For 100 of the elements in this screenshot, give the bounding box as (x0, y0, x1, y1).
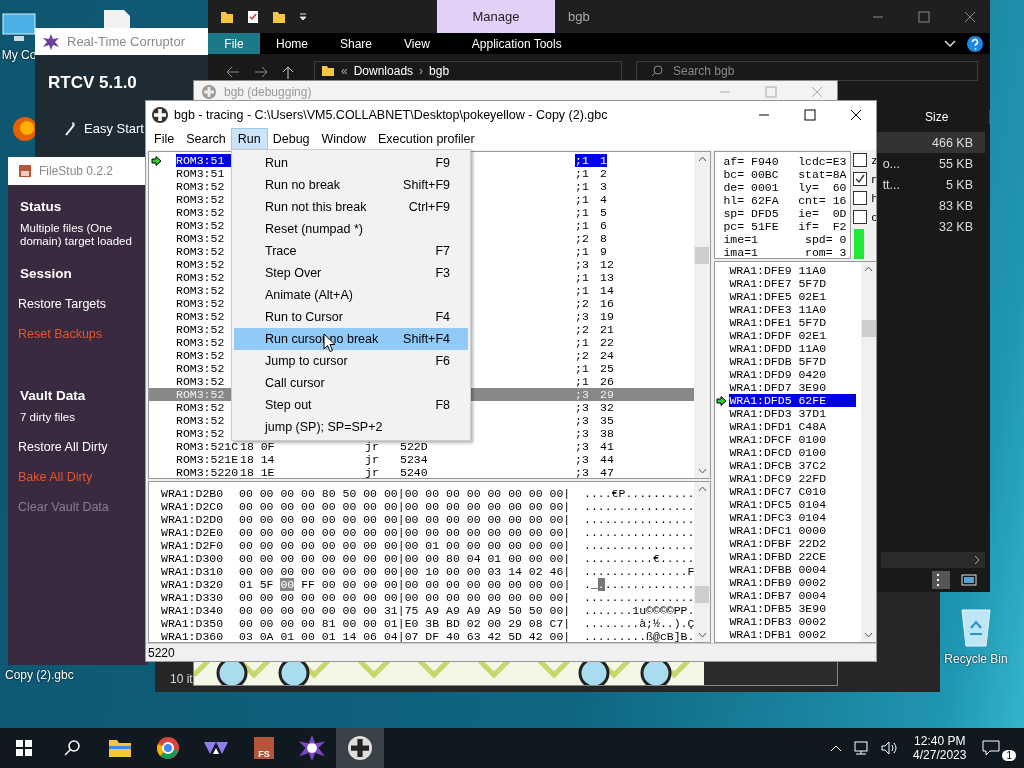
scroll-up-icon[interactable] (697, 486, 707, 492)
folder-icon[interactable] (220, 9, 234, 24)
ribbon-tab[interactable]: Share (324, 33, 389, 54)
checkbox[interactable] (853, 153, 868, 167)
properties-icon[interactable] (246, 9, 260, 24)
stack-entry[interactable]: WRA1:DFB3 0002 (729, 615, 827, 628)
dropdown-icon[interactable] (298, 11, 308, 22)
contextual-tab-label[interactable]: Manage (437, 0, 555, 33)
breadcrumb-item[interactable]: Downloads (353, 64, 414, 78)
scroll-thumb[interactable] (695, 586, 710, 603)
desktop-icon-label[interactable]: Copy (2).gbc (5, 668, 74, 682)
action-link[interactable]: Bake All Dirty (18, 470, 132, 484)
vertical-scrollbar[interactable] (694, 482, 711, 642)
stack-entry[interactable]: WRA1:DFD3 37D1 (729, 407, 827, 420)
stack-entry[interactable]: WRA1:DFD9 0420 (729, 368, 827, 381)
network-icon[interactable] (852, 740, 871, 756)
menu-item[interactable]: Jump to cursor F6 (234, 350, 468, 372)
menu-item[interactable]: Run (231, 129, 267, 149)
scroll-up-icon[interactable] (697, 156, 707, 162)
windows-logo-icon[interactable] (16, 740, 32, 756)
stack-entry[interactable]: WRA1:DFBF 22D2 (729, 537, 827, 550)
menu-item[interactable]: Search (180, 129, 232, 149)
menu-item[interactable]: Step out F8 (234, 394, 468, 416)
action-link[interactable]: Restore All Dirty (18, 440, 132, 454)
taskbar-button[interactable] (336, 728, 384, 768)
stack-entry[interactable]: WRA1:DFCF 0100 (729, 433, 827, 446)
menu-item[interactable]: Reset (numpad *) (234, 218, 468, 240)
menu-item[interactable]: Run to Cursor F4 (234, 306, 468, 328)
back-arrow-icon[interactable] (226, 66, 240, 78)
stack-entry[interactable]: WRA1:DFC7 C010 (729, 485, 827, 498)
ribbon-tab[interactable]: View (388, 33, 446, 54)
forward-arrow-icon[interactable] (254, 66, 268, 78)
stack-entry[interactable]: WRA1:DFB9 0002 (729, 576, 827, 589)
checkbox[interactable] (853, 172, 868, 186)
breadcrumb-item[interactable]: bgb (429, 64, 450, 78)
scroll-thumb[interactable] (861, 320, 876, 337)
menu-item[interactable]: Execution profiler (372, 129, 481, 149)
scroll-down-icon[interactable] (697, 632, 707, 638)
menu-item[interactable]: Run no break Shift+F9 (234, 174, 468, 196)
stack-entry[interactable]: WRA1:DFDB 5F7D (729, 355, 827, 368)
stack-entry[interactable]: WRA1:DFB5 3E90 (729, 602, 827, 615)
menu-item[interactable]: Step Over F3 (234, 262, 468, 284)
browser-icon[interactable] (12, 116, 38, 142)
computer-icon[interactable] (1, 12, 37, 44)
stack-entry[interactable]: WRA1:DFE9 11A0 (729, 264, 827, 277)
ribbon-tab[interactable]: Application Tools (445, 33, 578, 54)
maximize-icon[interactable] (804, 108, 816, 121)
stack-entry[interactable]: WRA1:DFDD 11A0 (729, 342, 827, 355)
horizontal-scrollbar[interactable] (881, 552, 985, 568)
stack-entry[interactable]: WRA1:DFC9 22FD (729, 472, 827, 485)
checkbox[interactable] (853, 210, 868, 224)
action-link[interactable]: Reset Backups (18, 327, 132, 341)
stack-entry[interactable]: WRA1:DFBD 22CE (729, 550, 827, 563)
stack-entry[interactable]: WRA1:DFCB 37C2 (729, 459, 827, 472)
stack-entry[interactable]: WRA1:DFE7 5F7D (729, 277, 827, 290)
stack-entry[interactable]: WRA1:DFDF 02E1 (729, 329, 827, 342)
scroll-thumb[interactable] (695, 247, 710, 264)
menu-item[interactable]: Run not this break Ctrl+F9 (234, 196, 468, 218)
caret-up-icon[interactable] (830, 744, 843, 752)
menu-item[interactable]: Animate (Alt+A) (234, 284, 468, 306)
action-link[interactable]: Restore Targets (18, 297, 132, 311)
taskbar-button[interactable]: FS (240, 728, 288, 768)
menu-item[interactable]: File (148, 129, 181, 149)
stack-entry[interactable]: WRA1:DFB7 0004 (729, 589, 827, 602)
ribbon-tab[interactable]: Home (260, 33, 324, 54)
scroll-down-icon[interactable] (697, 468, 707, 474)
scroll-down-icon[interactable] (864, 632, 874, 638)
stack-entry[interactable]: WRA1:DFC1 0000 (729, 524, 827, 537)
scroll-up-icon[interactable] (864, 266, 874, 272)
volume-icon[interactable] (880, 740, 899, 756)
stack-entry[interactable]: WRA1:DFE1 5F7D (729, 316, 827, 329)
close-icon[interactable] (850, 108, 862, 121)
stack-entry[interactable]: WRA1:DFCD 0100 (729, 446, 827, 459)
search-icon[interactable] (64, 740, 80, 756)
help-icon[interactable] (966, 34, 984, 53)
details-view-icon[interactable] (932, 571, 950, 589)
stack-entry[interactable]: WRA1:DFD7 3E90 (729, 381, 827, 394)
menu-item[interactable]: Debug (266, 129, 316, 149)
ribbon-tab[interactable]: File (208, 33, 260, 54)
stack-entry[interactable]: WRA1:DFD1 C48A (729, 420, 827, 433)
column-header[interactable]: Size (917, 110, 990, 124)
menu-item[interactable]: Trace F7 (234, 240, 468, 262)
stack-entry[interactable]: WRA1:DFC3 0104 (729, 511, 827, 524)
vertical-scrollbar[interactable] (694, 152, 711, 478)
chevron-icon[interactable] (944, 38, 956, 49)
scroll-right-icon[interactable] (973, 555, 981, 565)
stack-entry[interactable]: WRA1:DFD5 62FE (729, 394, 857, 407)
menu-item[interactable]: Easy Start (64, 121, 144, 136)
stack-entry[interactable]: WRA1:DFE5 02E1 (729, 290, 827, 303)
menu-item[interactable]: Run cursor no break Shift+F4 (234, 328, 468, 350)
stack-entry[interactable]: WRA1:DFBB 0004 (729, 563, 827, 576)
up-arrow-icon[interactable] (282, 66, 294, 80)
clock[interactable]: 12:40 PM 4/27/2023 (903, 734, 977, 762)
menu-item[interactable]: jump (SP); SP=SP+2 (234, 416, 468, 438)
stack-entry[interactable]: WRA1:DFC5 0104 (729, 498, 827, 511)
menu-item[interactable]: Call cursor (234, 372, 468, 394)
vertical-scrollbar[interactable] (860, 262, 876, 642)
thumbnail-view-icon[interactable] (960, 571, 978, 589)
stack-entry[interactable]: WRA1:DFE3 11A0 (729, 303, 827, 316)
stack-entry[interactable]: WRA1:DFB1 0002 (729, 628, 827, 641)
